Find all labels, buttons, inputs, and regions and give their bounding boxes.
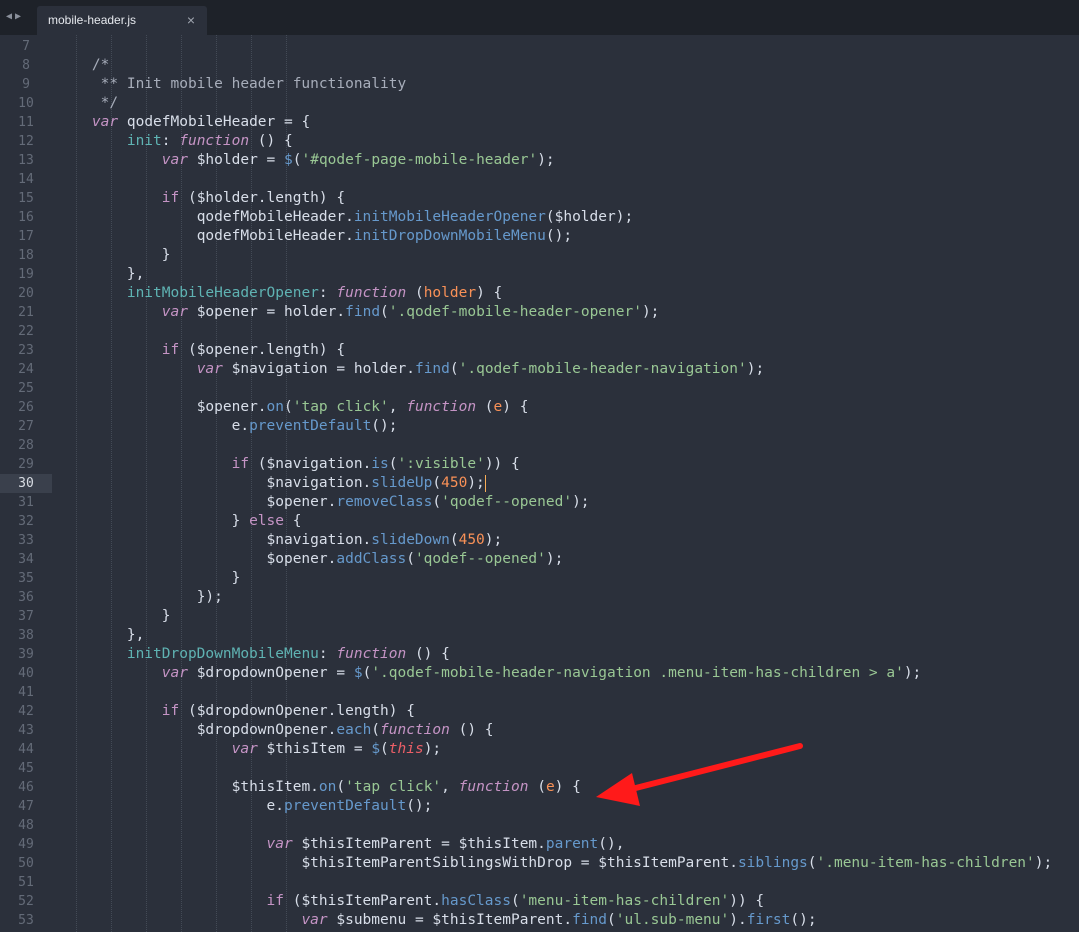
arrow-shaft (625, 743, 803, 793)
arrow-head (596, 773, 640, 806)
red-arrow-annotation (596, 743, 803, 806)
